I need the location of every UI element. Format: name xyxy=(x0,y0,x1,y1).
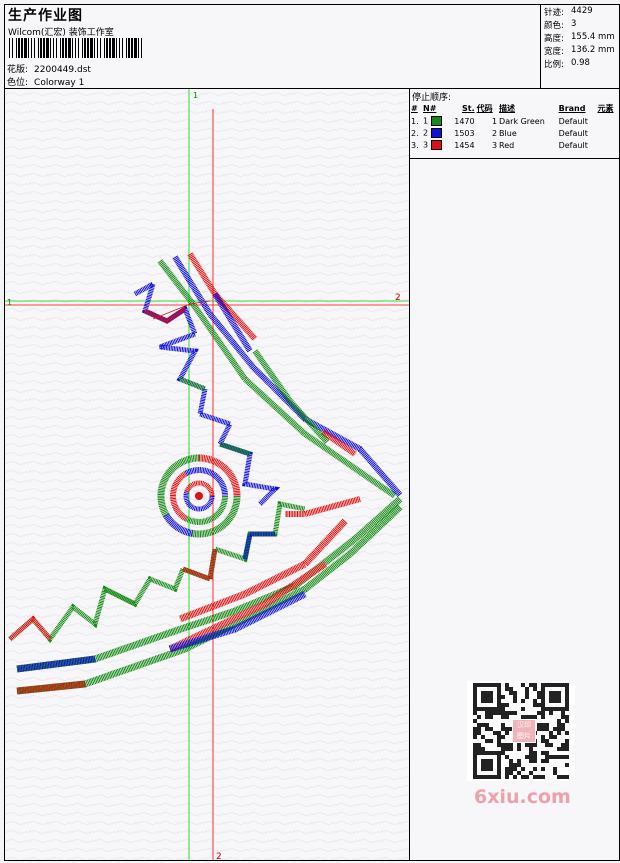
table-row: 3. 3 1454 3 Red Default xyxy=(411,140,588,150)
color-swatch xyxy=(430,116,442,126)
page-title: 生产作业图 xyxy=(8,8,83,24)
table-divider xyxy=(410,158,619,159)
spec-stitches: 针迹: 4429 xyxy=(544,6,593,18)
table-row: 2. 2 1503 2 Blue Default xyxy=(411,128,588,138)
colorway: 色位: Colorway 1 xyxy=(7,78,85,88)
qr-logo: 汉印 图片 xyxy=(512,719,536,743)
guide-label-h1: 1 xyxy=(7,298,12,307)
barcode xyxy=(9,38,142,58)
watermark-text: 6xiu.com xyxy=(474,786,571,808)
design-file: 花版: 2200449.dst xyxy=(7,65,91,75)
qr-code: 汉印 图片 xyxy=(467,681,575,781)
spec-height: 高度: 155.4 mm xyxy=(544,32,615,44)
color-table-header: # N# St. 代码 描述 Brand 元素 xyxy=(411,104,614,113)
design-specs: 针迹: 4429 颜色: 3 高度: 155.4 mm 宽度: 136.2 mm 比例:… xyxy=(541,5,619,89)
guide-label-h2: 2 xyxy=(395,293,401,303)
color-swatch xyxy=(430,128,442,138)
design-canvas: 1 1 2 2 xyxy=(5,89,410,862)
guide-label-v1: 1 xyxy=(193,91,198,100)
table-row: 1. 1 1470 1 Dark Green Default xyxy=(411,116,588,126)
company-name: Wilcom(汇宏) 装饰工作室 xyxy=(8,28,114,38)
guide-label-v2: 2 xyxy=(216,852,222,860)
spec-scale: 比例: 0.98 xyxy=(544,58,590,70)
embroidery-preview: 1 1 2 2 xyxy=(5,89,409,862)
color-swatch xyxy=(430,140,442,150)
spec-width: 宽度: 136.2 mm xyxy=(544,45,615,57)
spec-colors: 颜色: 3 xyxy=(544,19,577,31)
color-table: # N# St. 代码 描述 Brand 元素 1. 1 1470 1 Dark… xyxy=(410,102,619,151)
header-info: 生产作业图 Wilcom(汇宏) 装饰工作室 花版: 2200449.dst 色位… xyxy=(5,5,541,89)
